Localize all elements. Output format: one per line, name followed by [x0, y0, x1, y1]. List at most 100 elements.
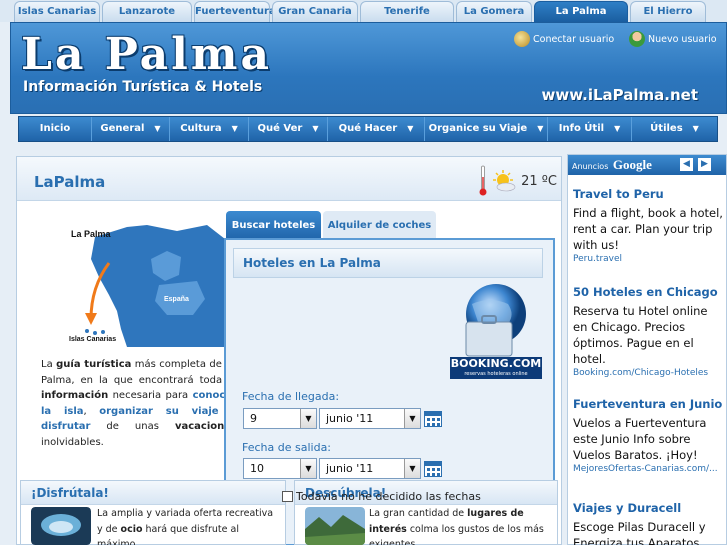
connect-user-link[interactable]: Conectar usuario	[514, 31, 614, 47]
nav-utiles-label: Útiles	[650, 123, 683, 134]
undecided-dates-checkbox[interactable]: Todavía no he decidido las fechas	[282, 490, 481, 503]
arrival-month-value: junio '11	[326, 412, 374, 425]
site-header: La Palma Información Turística & Hotels …	[10, 22, 727, 114]
thermometer-icon	[479, 165, 487, 196]
new-user-label: Nuevo usuario	[648, 33, 717, 45]
arrival-day-select[interactable]: 9 ▼	[243, 408, 317, 429]
ad-body: Escoge Pilas Duracell y Energiza tus Apa…	[573, 520, 706, 545]
arrival-month-select[interactable]: junio '11 ▼	[319, 408, 421, 429]
ad-title[interactable]: Fuerteventura en Junio	[573, 397, 723, 411]
weather-widget: 21 ºC	[479, 165, 557, 197]
nav-que-hacer[interactable]: Qué Hacer ▼	[328, 117, 425, 141]
chevron-down-icon: ▼	[404, 459, 420, 478]
ad-url[interactable]: Booking.com/Chicago-Hoteles	[573, 368, 723, 378]
intro-bold: información	[41, 390, 109, 401]
ads-prefix: Anuncios	[572, 162, 609, 171]
ad-item[interactable]: Travel to Peru Find a flight, book a hot…	[573, 187, 723, 264]
ad-title[interactable]: Travel to Peru	[573, 187, 723, 201]
nav-info-util-label: Info Útil	[558, 123, 605, 134]
ad-body: Vuelos a Fuerteventura este Junio Info s…	[573, 416, 707, 462]
tab-el-hierro[interactable]: El Hierro	[630, 1, 706, 22]
canary-islands-map: La Palma España Islas Canarias	[47, 219, 227, 347]
tab-la-gomera[interactable]: La Gomera	[456, 1, 532, 22]
discover-text-1: La gran cantidad de	[369, 508, 468, 519]
ad-title[interactable]: 50 Hoteles en Chicago	[573, 285, 723, 299]
ad-item[interactable]: Fuerteventura en Junio Vuelos a Fuerteve…	[573, 397, 723, 474]
intro-span: La	[41, 359, 57, 370]
discover-text: La gran cantidad de lugares de interés c…	[369, 506, 553, 545]
map-label-espana: España	[164, 296, 189, 303]
island-tabs: Islas Canarias Lanzarote Fuerteventura G…	[0, 0, 727, 22]
calendar-icon[interactable]	[424, 411, 442, 427]
sun-cloud-icon	[493, 170, 516, 192]
connect-user-label: Conectar usuario	[533, 33, 615, 45]
undecided-dates-label: Todavía no he decidido las fechas	[296, 490, 481, 503]
chevron-right-icon[interactable]: ▶	[698, 158, 711, 171]
tab-buscar-hoteles[interactable]: Buscar hoteles	[226, 211, 321, 241]
departure-month-select[interactable]: junio '11 ▼	[319, 458, 421, 479]
booking-logo[interactable]: BOOKING.COM reservas hoteleras online	[450, 357, 542, 379]
intro-span: de unas	[90, 421, 175, 432]
keys-icon	[514, 31, 530, 47]
enjoy-text: La amplia y variada oferta recreativa y …	[97, 506, 279, 545]
nav-general[interactable]: General ▼	[92, 117, 170, 141]
chevron-down-icon: ▼	[231, 124, 238, 133]
site-logo-title[interactable]: La Palma	[21, 29, 272, 80]
nav-info-util[interactable]: Info Útil ▼	[548, 117, 632, 141]
ad-title[interactable]: Viajes y Duracell	[573, 501, 723, 515]
chevron-down-icon: ▼	[614, 124, 621, 133]
site-url: www.iLaPalma.net	[541, 86, 698, 104]
calendar-icon[interactable]	[424, 461, 442, 477]
arrival-day-value: 9	[250, 412, 257, 425]
tab-lanzarote[interactable]: Lanzarote	[102, 1, 192, 22]
nav-que-hacer-label: Qué Hacer	[338, 123, 398, 134]
nav-organice-label: Organice su Viaje	[428, 123, 528, 134]
nav-inicio[interactable]: Inicio	[19, 117, 92, 141]
map-label-islas: Islas Canarias	[69, 336, 116, 343]
main-nav: Inicio General ▼ Cultura ▼ Qué Ver ▼ Qué Ha…	[18, 116, 718, 142]
tab-alquiler-coches[interactable]: Alquiler de coches	[323, 211, 436, 241]
tab-gran-canaria[interactable]: Gran Canaria	[272, 1, 358, 22]
nav-que-ver[interactable]: Qué Ver ▼	[249, 117, 328, 141]
arrival-label: Fecha de llegada:	[242, 390, 340, 403]
checkbox-box[interactable]	[282, 491, 293, 502]
landscape-photo	[305, 507, 365, 545]
departure-month-value: junio '11	[326, 462, 374, 475]
ad-item[interactable]: 50 Hoteles en Chicago Reserva tu Hotel o…	[573, 285, 723, 378]
link-disfrutar[interactable]: disfrutar	[41, 421, 90, 432]
nav-cultura[interactable]: Cultura ▼	[170, 117, 249, 141]
map-label-la-palma: La Palma	[71, 229, 112, 239]
tab-fuerteventura[interactable]: Fuerteventura	[194, 1, 276, 22]
enjoy-bold: ocio	[120, 523, 143, 535]
departure-day-select[interactable]: 10 ▼	[243, 458, 317, 479]
ad-url[interactable]: Peru.travel	[573, 254, 723, 264]
nav-que-ver-label: Qué Ver	[257, 123, 303, 134]
ad-item[interactable]: Viajes y Duracell Escoge Pilas Duracell …	[573, 501, 723, 545]
intro-span: inolvidables.	[41, 436, 104, 448]
chevron-down-icon: ▼	[300, 409, 316, 428]
enjoy-title[interactable]: ¡Disfrútala!	[21, 481, 285, 505]
nav-organice[interactable]: Organice su Viaje ▼	[425, 117, 548, 141]
nav-general-label: General	[100, 123, 145, 134]
ad-url[interactable]: MejoresOfertas-Canarias.com/...	[573, 464, 723, 474]
departure-label: Fecha de salida:	[242, 441, 332, 454]
temperature-value: 21 ºC	[521, 173, 557, 189]
new-user-link[interactable]: Nuevo usuario	[629, 31, 717, 47]
google-logo[interactable]: Google	[613, 157, 652, 172]
chevron-down-icon: ▼	[407, 124, 414, 133]
booking-brand: BOOKING.COM	[450, 357, 542, 370]
departure-day-value: 10	[250, 462, 264, 475]
ads-header: Anuncios Google ◀ ▶	[568, 155, 726, 175]
chevron-down-icon: ▼	[312, 124, 319, 133]
tab-la-palma[interactable]: La Palma	[534, 1, 628, 22]
chevron-left-icon[interactable]: ◀	[680, 158, 693, 171]
chevron-down-icon: ▼	[537, 124, 544, 133]
link-organizar-viaje[interactable]: organizar su viaje	[99, 406, 218, 417]
intro-span: necesaria para	[108, 390, 193, 401]
chevron-down-icon: ▼	[154, 124, 161, 133]
tab-islas-canarias[interactable]: Islas Canarias	[14, 1, 100, 22]
intro-text: La guía turística más completa de La Pal…	[41, 357, 237, 450]
tab-tenerife[interactable]: Tenerife	[360, 1, 454, 22]
intro-span: ,	[83, 405, 100, 417]
nav-utiles[interactable]: Útiles ▼	[632, 117, 717, 141]
